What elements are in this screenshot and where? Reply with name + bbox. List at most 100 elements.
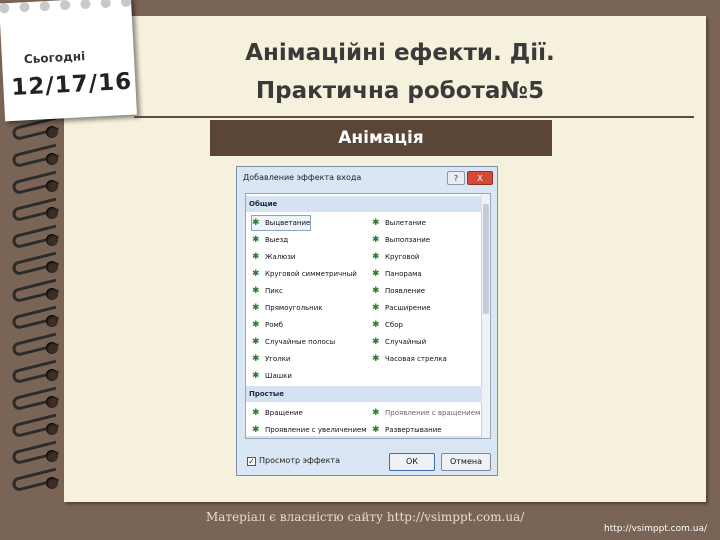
binder-ring	[8, 332, 66, 358]
effect-label: Сбор	[385, 321, 403, 329]
ring-hole	[46, 450, 58, 462]
star-icon: ✱	[372, 286, 380, 296]
group-moderate-header[interactable]: Средние	[246, 436, 482, 438]
binder-ring	[8, 197, 66, 223]
effect-item[interactable]: ✱ Проявление с вращением	[372, 406, 480, 420]
scrollbar[interactable]	[481, 194, 490, 438]
effect-item[interactable]: ✱ Развертывание	[372, 423, 442, 437]
ring-hole	[46, 315, 58, 327]
effect-label: Случайный	[385, 338, 427, 346]
star-icon: ✱	[372, 425, 380, 435]
effect-label: Уголки	[265, 355, 291, 363]
effect-label: Круговой симметричный	[265, 270, 357, 278]
effect-item[interactable]: ✱ Сбор	[372, 318, 403, 332]
effect-label: Жалюзи	[265, 253, 296, 261]
effect-label: Развертывание	[385, 426, 442, 434]
effect-label: Появление	[385, 287, 426, 295]
effect-item[interactable]: ✱ Ромб	[252, 318, 283, 332]
title-line-2: Практична робота№5	[255, 78, 545, 104]
effect-item[interactable]: ✱ Круговой симметричный	[252, 267, 357, 281]
effect-item[interactable]: ✱ Панорама	[372, 267, 422, 281]
dialog-footer: ✓ Просмотр эффекта ОК Отмена	[237, 451, 497, 473]
title-line-1: Анімаційні ефекти. Дії.	[245, 40, 555, 66]
group-general-header[interactable]: Общие	[246, 196, 482, 212]
star-icon: ✱	[372, 252, 380, 262]
group-simple-header[interactable]: Простые	[246, 386, 482, 402]
binder-rings	[8, 116, 68, 500]
effect-item[interactable]: ✱ Выползание	[372, 233, 430, 247]
binder-ring	[8, 386, 66, 412]
binder-ring	[8, 413, 66, 439]
star-icon: ✱	[252, 218, 260, 228]
effect-label: Круговой	[385, 253, 420, 261]
effect-item[interactable]: ✱ Шашки	[252, 369, 292, 383]
cancel-button[interactable]: Отмена	[441, 453, 491, 471]
ok-button[interactable]: ОК	[389, 453, 435, 471]
binder-ring	[8, 170, 66, 196]
section-header: Анімація	[210, 120, 552, 156]
effect-label: Ромб	[265, 321, 284, 329]
preview-label: Просмотр эффекта	[259, 456, 340, 465]
preview-checkbox[interactable]: ✓	[247, 457, 256, 466]
star-icon: ✱	[372, 337, 380, 347]
effect-label: Панорама	[385, 270, 422, 278]
effect-item[interactable]: ✱ Вылетание	[372, 216, 426, 230]
ring-hole	[46, 369, 58, 381]
star-icon: ✱	[252, 269, 260, 279]
binder-ring	[8, 359, 66, 385]
star-icon: ✱	[252, 425, 260, 435]
star-icon: ✱	[252, 337, 260, 347]
ring-hole	[46, 207, 58, 219]
ring-hole	[46, 342, 58, 354]
effect-label: Выползание	[385, 236, 431, 244]
effect-item[interactable]: ✱ Вращение	[252, 406, 303, 420]
ring-hole	[46, 396, 58, 408]
binder-ring	[8, 305, 66, 331]
star-icon: ✱	[252, 286, 260, 296]
effect-label: Прямоугольник	[265, 304, 323, 312]
title-divider	[134, 116, 694, 118]
effect-label: Проявление с вращением	[385, 409, 481, 417]
effect-item[interactable]: ✱ Случайный	[372, 335, 426, 349]
add-entrance-effect-dialog: Добавление эффекта входа ? X Общие ✱ Выцве…	[236, 166, 498, 476]
scroll-thumb[interactable]	[483, 204, 489, 314]
dialog-titlebar: Добавление эффекта входа ? X	[237, 167, 497, 191]
star-icon: ✱	[372, 303, 380, 313]
star-icon: ✱	[252, 235, 260, 245]
effect-item[interactable]: ✱ Выцветание	[250, 215, 312, 231]
ring-hole	[46, 234, 58, 246]
effect-item[interactable]: ✱ Круговой	[372, 250, 419, 264]
slide-title: Анімаційні ефекти. Дії. Практична робота…	[200, 34, 600, 110]
effect-item[interactable]: ✱ Пикс	[252, 284, 283, 298]
date-note: Сьогодні 12/17/16	[0, 0, 137, 122]
effect-label: Вращение	[265, 409, 303, 417]
star-icon: ✱	[372, 354, 380, 364]
dialog-title: Добавление эффекта входа	[243, 173, 362, 182]
effect-label: Выцветание	[265, 219, 311, 227]
effect-item[interactable]: ✱ Выезд	[252, 233, 288, 247]
effect-item[interactable]: ✱ Уголки	[252, 352, 290, 366]
binder-ring	[8, 467, 66, 493]
effects-list[interactable]: Общие ✱ Выцветание ✱ Выезд ✱ Жалюзи ✱ Круговой с…	[245, 193, 491, 439]
star-icon: ✱	[252, 252, 260, 262]
effect-item[interactable]: ✱ Проявление с увеличением	[252, 423, 367, 437]
ring-hole	[46, 180, 58, 192]
effect-item[interactable]: ✱ Часовая стрелка	[372, 352, 447, 366]
effect-item[interactable]: ✱ Прямоугольник	[252, 301, 323, 315]
star-icon: ✱	[252, 354, 260, 364]
date-value: 12/17/16	[10, 68, 133, 101]
effect-label: Случайные полосы	[265, 338, 336, 346]
effect-item[interactable]: ✱ Расширение	[372, 301, 431, 315]
star-icon: ✱	[252, 408, 260, 418]
star-icon: ✱	[372, 269, 380, 279]
effect-item[interactable]: ✱ Случайные полосы	[252, 335, 335, 349]
close-button[interactable]: X	[467, 171, 493, 185]
star-icon: ✱	[372, 320, 380, 330]
effect-item[interactable]: ✱ Жалюзи	[252, 250, 295, 264]
help-button[interactable]: ?	[447, 171, 465, 185]
footer-url[interactable]: http://vsimppt.com.ua/	[604, 524, 707, 534]
effect-label: Выезд	[265, 236, 289, 244]
effect-item[interactable]: ✱ Появление	[372, 284, 425, 298]
effect-label: Пикс	[265, 287, 283, 295]
effect-label: Шашки	[265, 372, 292, 380]
